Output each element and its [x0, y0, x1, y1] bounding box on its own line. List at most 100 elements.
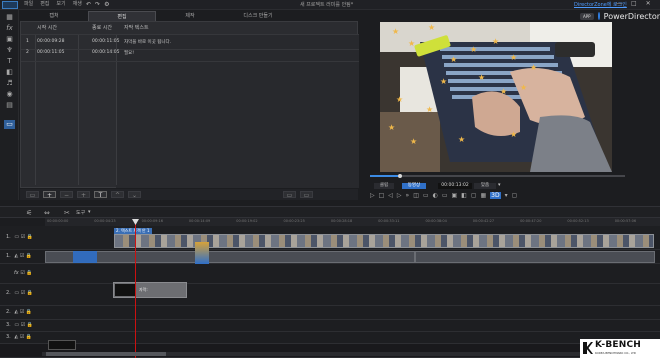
merge-subtitle-button[interactable]: +	[77, 191, 90, 199]
movie-mode-button[interactable]: 동영상	[402, 183, 426, 189]
track-manager-icon[interactable]: ⚟	[26, 209, 32, 217]
effect-room-icon[interactable]: fx	[4, 24, 15, 33]
video-track-icon[interactable]: ▭	[14, 290, 19, 296]
tools-menu[interactable]: 도구	[76, 209, 85, 216]
aspect-icon[interactable]: ▢	[471, 192, 477, 199]
row-start-time[interactable]: 00:00:11:05	[37, 50, 64, 55]
next-frame-icon[interactable]: ▷	[397, 192, 402, 199]
lock-icon[interactable]: 🔒	[27, 290, 33, 296]
audio-marker[interactable]	[195, 242, 209, 264]
audio-track-icon[interactable]: ◭	[14, 309, 18, 315]
minimize-button[interactable]: —	[616, 0, 622, 7]
lock-icon[interactable]: 🔒	[26, 334, 32, 340]
move-up-button[interactable]: ^	[111, 191, 124, 199]
row-subtitle-text[interactable]: 필요!	[124, 50, 134, 56]
row-subtitle-text[interactable]: 자막을 바로 이곳 됩니다.	[124, 39, 171, 45]
menu-edit[interactable]: 편집	[40, 1, 49, 8]
close-subtitle-room-button[interactable]: ▭	[300, 191, 313, 199]
subtitle-clip-thumbnail[interactable]	[48, 340, 76, 350]
svg-text:★: ★	[428, 23, 435, 32]
visibility-checkbox-icon[interactable]: ☑	[20, 334, 24, 340]
redo-icon[interactable]: ↷	[95, 1, 100, 8]
title-clip[interactable]: 자막:	[113, 282, 187, 298]
lock-icon[interactable]: 🔒	[27, 322, 33, 328]
settings-gear-icon[interactable]: ⚙	[104, 1, 109, 8]
clip-mode-button[interactable]: 클립	[374, 183, 394, 189]
visibility-checkbox-icon[interactable]: ☑	[21, 322, 25, 328]
fit-timeline-icon[interactable]: ⇔	[44, 209, 50, 217]
particle-room-icon[interactable]: ♆	[4, 46, 15, 55]
visibility-checkbox-icon[interactable]: ☑	[20, 270, 24, 276]
voice-over-icon[interactable]: ◉	[4, 90, 15, 99]
chapter-room-icon[interactable]: ▤	[4, 101, 15, 110]
fit-dropdown[interactable]: 맞춤	[474, 183, 496, 189]
playhead[interactable]	[135, 220, 136, 358]
import-subtitle-button[interactable]: ▭	[26, 191, 39, 199]
lock-icon[interactable]: 🔒	[27, 234, 33, 240]
lock-icon[interactable]: 🔒	[26, 270, 32, 276]
chevron-down-icon[interactable]: ▾	[88, 209, 91, 215]
audio-clip[interactable]	[415, 251, 655, 263]
fullscreen-icon[interactable]: ▢	[512, 192, 518, 199]
move-down-button[interactable]: ⌄	[128, 191, 141, 199]
title-room-icon[interactable]: T	[4, 57, 15, 66]
add-subtitle-button[interactable]: +	[43, 191, 56, 199]
tab-create-disc[interactable]: 디스크 만들기	[224, 11, 292, 21]
mute-icon[interactable]: ◧	[461, 192, 467, 199]
timecode-display[interactable]: 00:00:13:02	[438, 183, 472, 189]
audio-track-icon[interactable]: ◭	[14, 334, 18, 340]
preview-window[interactable]: ★ ★ ★ ★ ★ ★ ★ ★ ★ ★ ★ ★ ★ ★ ★ ★ ★ ★	[380, 22, 612, 172]
track-video-3: 3. ▭ ☑ 🔒	[0, 320, 660, 332]
menu-playback[interactable]: 재생	[73, 1, 82, 8]
subtitle-room-icon[interactable]: ▭	[4, 120, 15, 129]
3d-mode-icon[interactable]: 3D	[490, 192, 501, 199]
ruler-tick-label: 00:00:28:18	[330, 219, 353, 223]
video-track-icon[interactable]: ▭	[14, 322, 19, 328]
export-subtitle-button[interactable]: ▭	[283, 191, 296, 199]
lock-icon[interactable]: 🔒	[26, 253, 32, 259]
maximize-button[interactable]: □	[631, 0, 637, 7]
preview-scrubber[interactable]	[370, 174, 625, 178]
fast-forward-icon[interactable]: »	[406, 192, 410, 199]
row-start-time[interactable]: 00:00:09:28	[37, 39, 64, 44]
stop-icon[interactable]: □	[379, 192, 385, 199]
audio-clip[interactable]	[45, 251, 415, 263]
remove-subtitle-button[interactable]: −	[60, 191, 73, 199]
previous-frame-icon[interactable]: ◁	[388, 192, 393, 199]
visibility-checkbox-icon[interactable]: ☑	[20, 253, 24, 259]
visibility-checkbox-icon[interactable]: ☑	[21, 234, 25, 240]
transition-room-icon[interactable]: ◧	[4, 68, 15, 77]
volume-icon[interactable]: ◐	[433, 192, 438, 199]
undock-icon[interactable]: ▭	[442, 192, 448, 199]
tab-edit[interactable]: 편집	[88, 11, 156, 21]
row-end-time[interactable]: 00:00:11:05	[92, 39, 119, 44]
row-end-time[interactable]: 00:00:14:05	[92, 50, 119, 55]
record-icon[interactable]: ▭	[423, 192, 429, 199]
split-icon[interactable]: ✂	[64, 209, 70, 217]
snapshot-icon[interactable]: ◫	[413, 192, 419, 199]
play-icon[interactable]: ▷	[370, 192, 375, 199]
video-track-icon[interactable]: ▭	[14, 234, 19, 240]
audio-mixing-icon[interactable]: ♬	[4, 79, 15, 88]
undo-icon[interactable]: ↶	[86, 1, 91, 8]
chevron-down-icon[interactable]: ▾	[498, 182, 501, 188]
audio-marker[interactable]	[73, 251, 97, 263]
audio-track-icon[interactable]: ◭	[14, 253, 18, 259]
pip-room-icon[interactable]: ▣	[4, 35, 15, 44]
menu-view[interactable]: 보기	[56, 1, 65, 8]
visibility-checkbox-icon[interactable]: ☑	[20, 309, 24, 315]
media-room-icon[interactable]: ▦	[4, 13, 15, 22]
tab-produce[interactable]: 제작	[156, 11, 224, 21]
text-format-button[interactable]: T	[94, 191, 107, 199]
app-badge[interactable]: APP	[580, 12, 594, 20]
table-row[interactable]: 2 00:00:11:05 00:00:14:05 필요!	[21, 46, 359, 62]
tab-capture[interactable]: 캡처	[20, 11, 88, 21]
menu-file[interactable]: 파일	[24, 1, 33, 8]
timeline-scrollbar[interactable]	[42, 352, 580, 356]
lock-icon[interactable]: 🔒	[26, 309, 32, 315]
grid-icon[interactable]: ▦	[481, 192, 487, 199]
close-button[interactable]: ✕	[646, 0, 651, 7]
visibility-checkbox-icon[interactable]: ☑	[21, 290, 25, 296]
chevron-down-icon[interactable]: ▾	[505, 192, 508, 199]
preview-quality-icon[interactable]: ▣	[451, 192, 457, 199]
